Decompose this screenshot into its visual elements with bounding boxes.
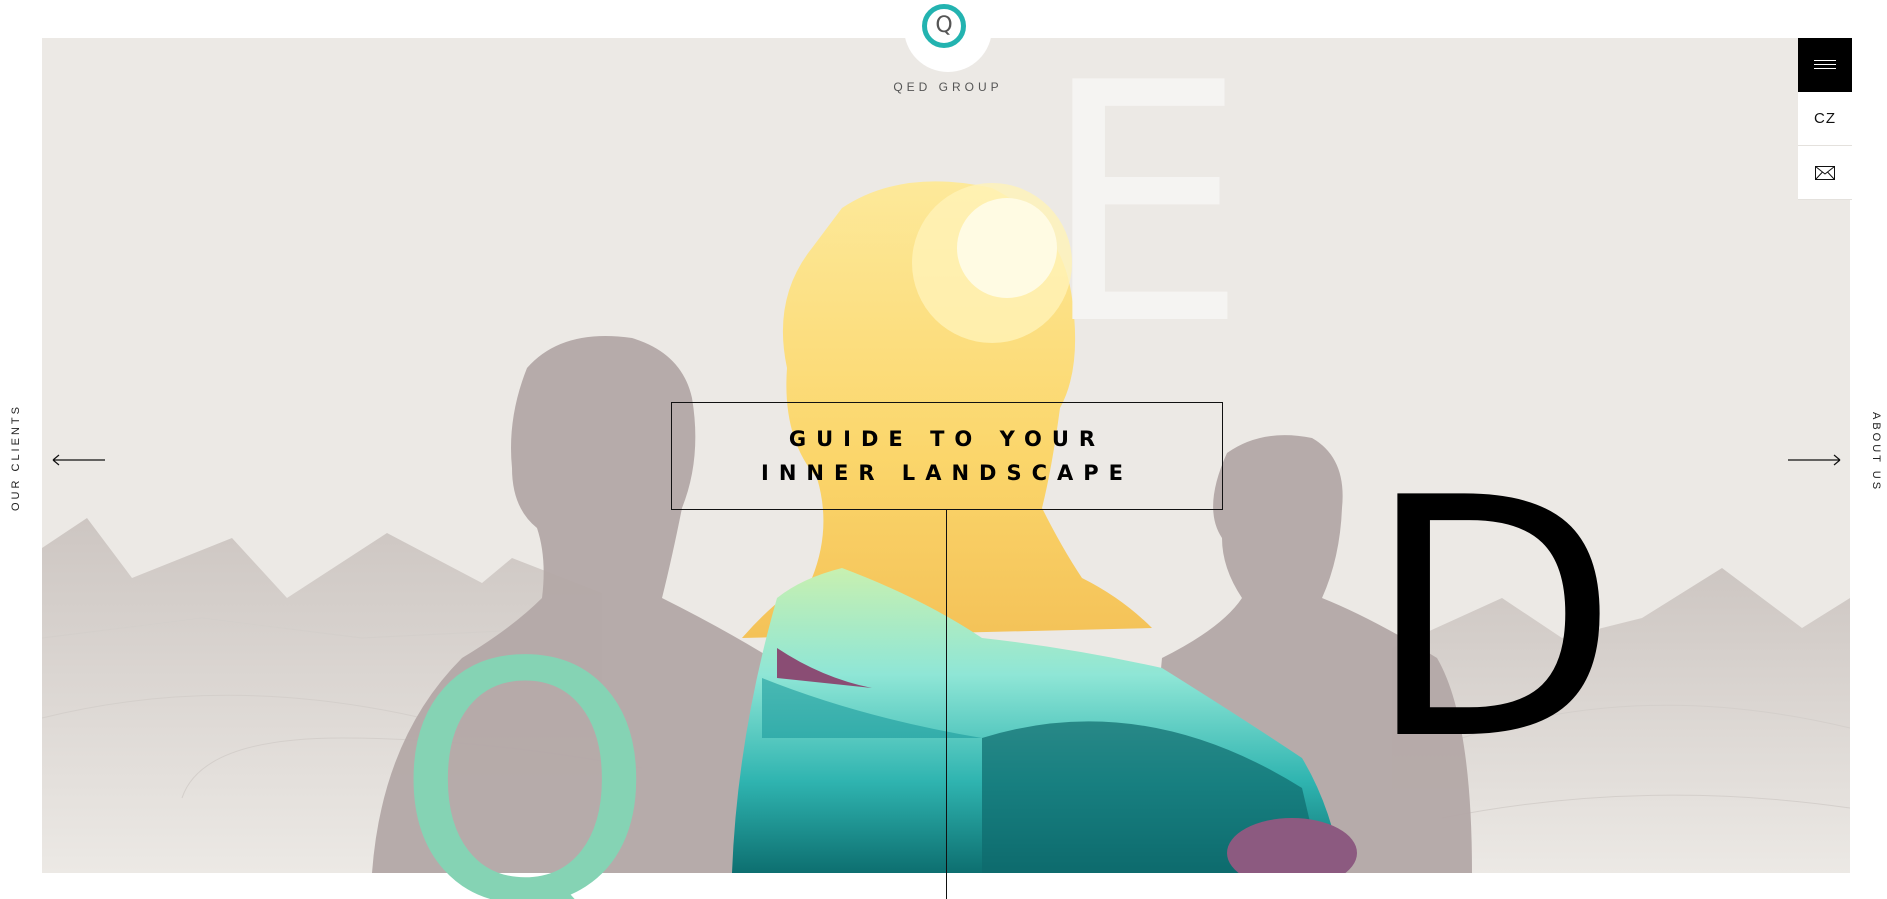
mail-icon xyxy=(1815,165,1835,180)
arrow-left-icon[interactable] xyxy=(52,454,106,466)
letter-q: Q xyxy=(395,620,655,899)
headline-box[interactable]: GUIDE TO YOUR INNER LANDSCAPE xyxy=(671,402,1223,510)
nav-our-clients[interactable]: OUR CLIENTS xyxy=(10,400,34,516)
language-label: CZ xyxy=(1814,110,1836,127)
letter-d: D xyxy=(1365,428,1620,812)
nav-about-us[interactable]: ABOUT US xyxy=(1862,412,1882,502)
brand-name: QED GROUP xyxy=(893,80,1003,94)
contact-button[interactable] xyxy=(1798,146,1852,200)
logo[interactable]: Q xyxy=(904,0,992,72)
headline-line-2: INNER LANDSCAPE xyxy=(761,461,1133,485)
language-button[interactable]: CZ xyxy=(1798,92,1852,146)
headline-line-1: GUIDE TO YOUR xyxy=(788,427,1106,451)
hamburger-icon xyxy=(1814,60,1836,70)
scroll-line xyxy=(946,510,947,899)
logo-letter: Q xyxy=(935,13,953,38)
side-toolbar: CZ xyxy=(1798,38,1852,200)
letter-e: E xyxy=(1040,13,1249,397)
arrow-right-icon[interactable] xyxy=(1787,454,1841,466)
menu-button[interactable] xyxy=(1798,38,1852,92)
